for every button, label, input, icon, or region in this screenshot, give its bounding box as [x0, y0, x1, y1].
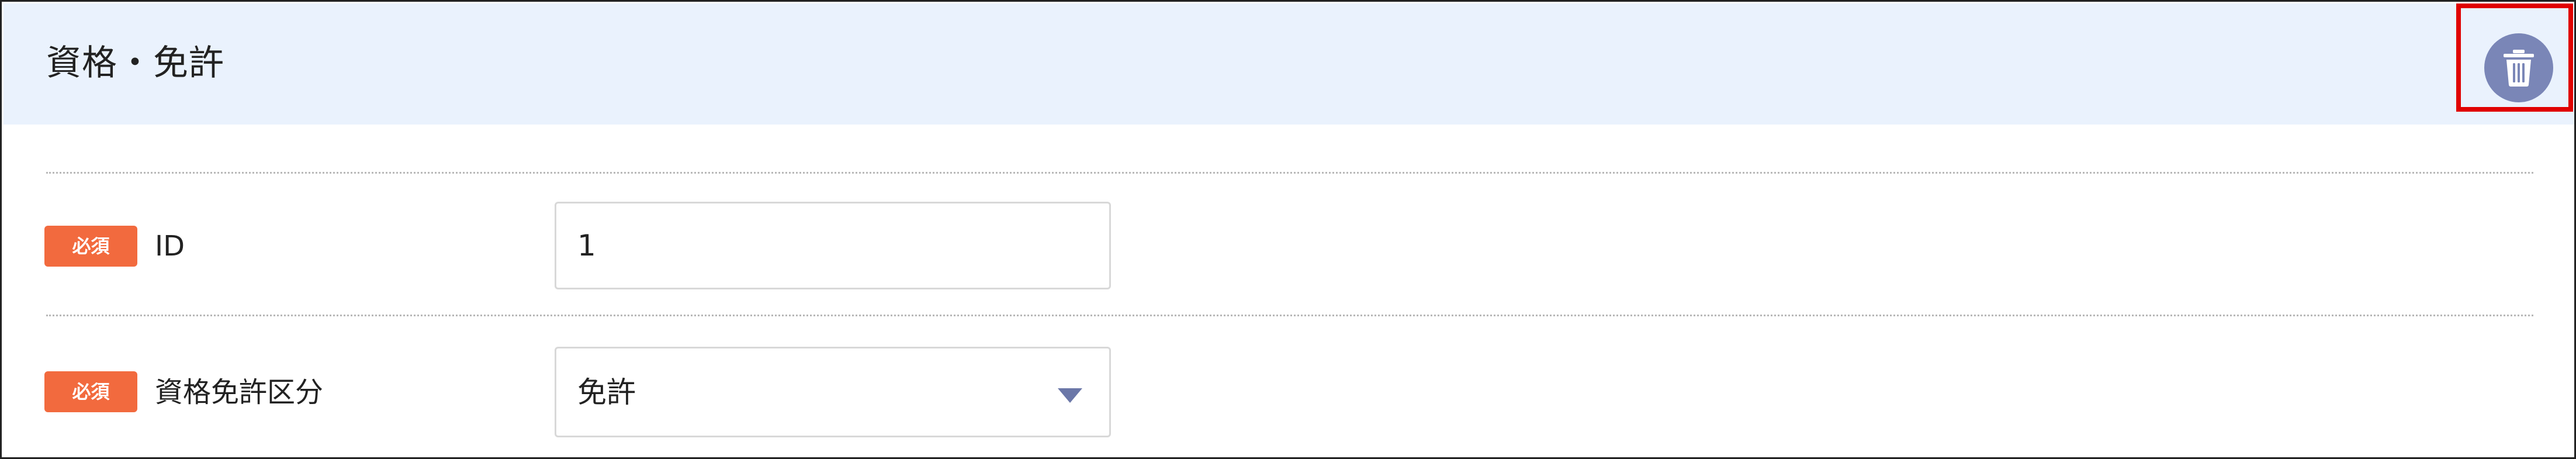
divider — [46, 315, 2533, 316]
select-value: 免許 — [577, 375, 636, 409]
chevron-down-icon — [1058, 388, 1082, 403]
id-input[interactable] — [555, 202, 1111, 289]
required-badge: 必須 — [44, 371, 137, 412]
qualification-type-select[interactable]: 免許 — [555, 347, 1111, 437]
qualification-type-label: 資格免許区分 — [155, 376, 324, 409]
required-badge: 必須 — [44, 226, 137, 267]
trash-icon — [2501, 49, 2536, 87]
qualification-section: 資格・免許 必須 ID 必須 資格免許区分 免許 — [0, 0, 2576, 459]
delete-button[interactable] — [2484, 33, 2553, 102]
section-header: 資格・免許 — [4, 4, 2574, 125]
id-label: ID — [155, 230, 185, 263]
section-title: 資格・免許 — [46, 43, 224, 84]
divider — [46, 172, 2533, 174]
